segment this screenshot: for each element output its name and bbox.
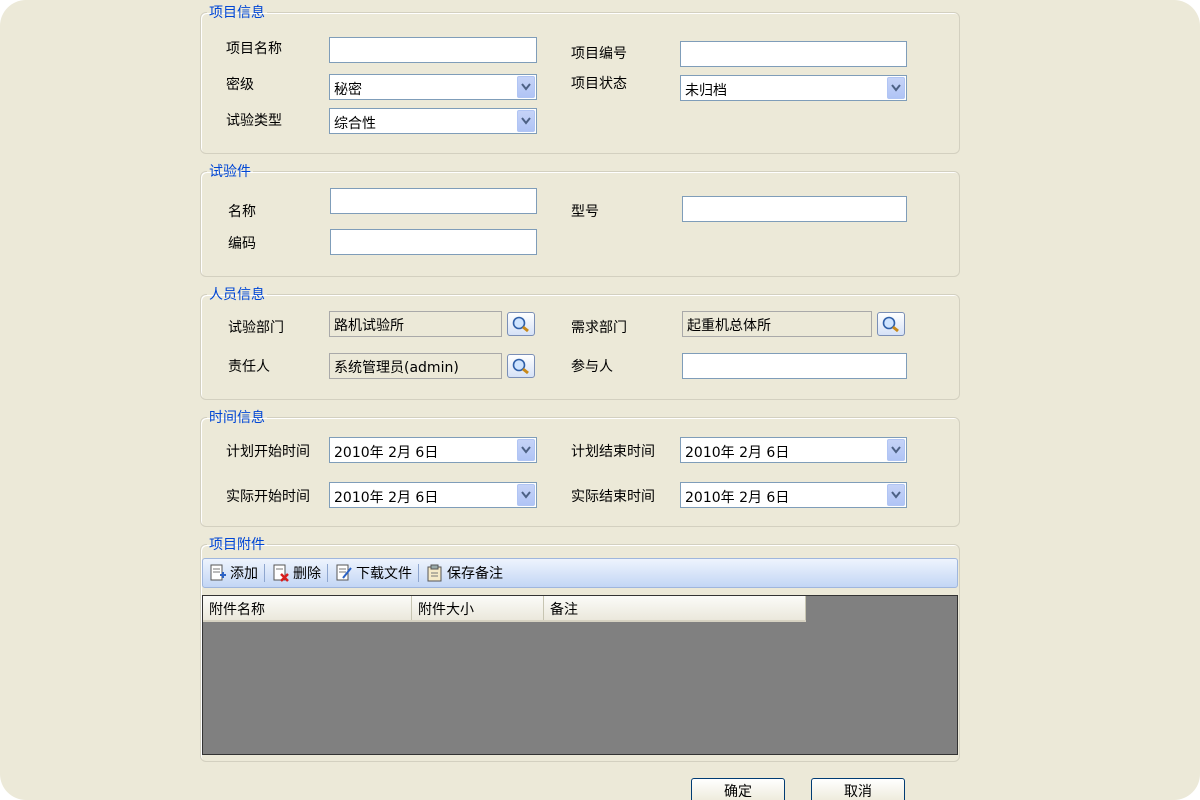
- project-number-input[interactable]: [680, 41, 907, 67]
- test-piece-legend: 试验件: [209, 164, 251, 180]
- participants-label: 参与人: [571, 359, 613, 375]
- secret-level-value: 秘密: [334, 82, 362, 98]
- project-status-value: 未归档: [685, 83, 727, 99]
- toolbar-separator: [327, 564, 328, 582]
- test-dept-label: 试验部门: [228, 320, 284, 336]
- actual-start-date-picker[interactable]: 2010年 2月 6日: [329, 482, 537, 508]
- piece-model-label: 型号: [571, 204, 599, 220]
- toolbar-separator: [418, 564, 419, 582]
- delete-label: 删除: [293, 566, 321, 582]
- actual-end-date-picker[interactable]: 2010年 2月 6日: [680, 482, 907, 508]
- save-note-label: 保存备注: [447, 566, 503, 582]
- plan-start-value: 2010年 2月 6日: [334, 445, 439, 461]
- test-type-value: 综合性: [334, 116, 376, 132]
- clipboard-icon: [427, 564, 442, 582]
- plan-start-date-picker[interactable]: 2010年 2月 6日: [329, 437, 537, 463]
- chevron-down-icon[interactable]: [517, 484, 535, 506]
- actual-start-label: 实际开始时间: [226, 489, 310, 505]
- attachments-table: 附件名称 附件大小 备注: [202, 595, 958, 755]
- column-header-size[interactable]: 附件大小: [412, 596, 544, 620]
- owner-label: 责任人: [228, 359, 270, 375]
- project-name-label: 项目名称: [226, 41, 282, 57]
- plan-end-date-picker[interactable]: 2010年 2月 6日: [680, 437, 907, 463]
- cancel-button[interactable]: 取消: [811, 778, 905, 800]
- actual-end-label: 实际结束时间: [571, 489, 655, 505]
- magnifier-icon: [882, 316, 899, 333]
- chevron-down-icon[interactable]: [887, 484, 905, 506]
- actual-start-value: 2010年 2月 6日: [334, 490, 439, 506]
- edit-file-icon: [336, 564, 352, 581]
- add-label: 添加: [230, 566, 258, 582]
- test-dept-lookup-button[interactable]: [507, 312, 535, 336]
- ok-button[interactable]: 确定: [691, 778, 785, 800]
- piece-name-label: 名称: [228, 204, 256, 220]
- attachments-legend: 项目附件: [209, 537, 265, 553]
- chevron-down-icon[interactable]: [517, 439, 535, 461]
- owner-lookup-button[interactable]: [507, 354, 535, 378]
- project-status-select[interactable]: 未归档: [680, 75, 907, 101]
- demand-dept-field: 起重机总体所: [682, 311, 872, 337]
- personnel-group: 人员信息: [200, 284, 960, 400]
- plan-end-value: 2010年 2月 6日: [685, 445, 790, 461]
- add-file-icon: [210, 564, 226, 581]
- column-header-note[interactable]: 备注: [544, 596, 806, 620]
- magnifier-icon: [512, 358, 529, 375]
- add-attachment-button[interactable]: 添加: [205, 561, 261, 585]
- secret-level-label: 密级: [226, 77, 254, 93]
- chevron-down-icon[interactable]: [887, 439, 905, 461]
- toolbar-separator: [264, 564, 265, 582]
- project-info-legend: 项目信息: [209, 5, 265, 21]
- piece-code-label: 编码: [228, 236, 256, 252]
- test-type-label: 试验类型: [226, 113, 282, 129]
- project-status-label: 项目状态: [571, 76, 627, 92]
- plan-start-label: 计划开始时间: [226, 444, 310, 460]
- project-number-label: 项目编号: [571, 46, 627, 62]
- participants-input[interactable]: [682, 353, 907, 379]
- attachments-toolbar: 添加 删除 下载文件 保存备注: [202, 558, 958, 588]
- plan-end-label: 计划结束时间: [571, 444, 655, 460]
- delete-attachment-button[interactable]: 删除: [268, 561, 324, 585]
- attachments-table-header: 附件名称 附件大小 备注: [203, 596, 806, 622]
- time-info-group: 时间信息: [200, 407, 960, 527]
- owner-field: 系统管理员(admin): [329, 353, 502, 379]
- personnel-legend: 人员信息: [209, 287, 265, 303]
- download-label: 下载文件: [356, 566, 412, 582]
- chevron-down-icon[interactable]: [887, 77, 905, 99]
- demand-dept-label: 需求部门: [571, 320, 627, 336]
- download-file-button[interactable]: 下载文件: [331, 561, 415, 585]
- test-dept-field: 路机试验所: [329, 311, 502, 337]
- time-info-legend: 时间信息: [209, 410, 265, 426]
- secret-level-select[interactable]: 秘密: [329, 74, 537, 100]
- project-dialog: 项目信息 项目名称 项目编号 密级 秘密 项目状态 未归档 试验类型 综合性 试…: [0, 0, 1200, 800]
- demand-dept-lookup-button[interactable]: [877, 312, 905, 336]
- piece-model-input[interactable]: [682, 196, 907, 222]
- chevron-down-icon[interactable]: [517, 110, 535, 132]
- magnifier-icon: [512, 316, 529, 333]
- piece-code-input[interactable]: [330, 229, 537, 255]
- save-note-button[interactable]: 保存备注: [422, 561, 506, 585]
- test-type-select[interactable]: 综合性: [329, 108, 537, 134]
- column-header-name[interactable]: 附件名称: [203, 596, 412, 620]
- delete-file-icon: [273, 564, 289, 582]
- actual-end-value: 2010年 2月 6日: [685, 490, 790, 506]
- chevron-down-icon[interactable]: [517, 76, 535, 98]
- project-name-input[interactable]: [329, 37, 537, 63]
- piece-name-input[interactable]: [330, 188, 537, 214]
